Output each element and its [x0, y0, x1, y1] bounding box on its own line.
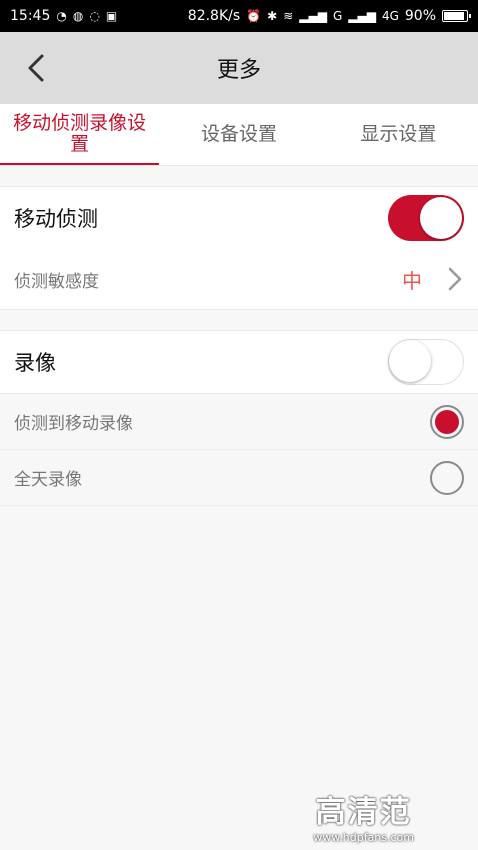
signal-icon-2: ▂▄▆ — [348, 9, 376, 23]
radio-selected-dot — [435, 409, 459, 434]
recording-row: 录像 — [0, 331, 478, 393]
tab-device-settings[interactable]: 设备设置 — [159, 104, 318, 165]
alarm-icon: ⏰ — [246, 9, 262, 23]
recording-toggle[interactable] — [388, 339, 464, 385]
recording-card: 录像 — [0, 330, 478, 394]
motion-detection-label: 移动侦测 — [14, 207, 98, 231]
all-day-recording-option[interactable]: 全天录像 — [0, 450, 478, 506]
motion-detection-toggle[interactable] — [388, 195, 464, 241]
screenshot-icon: ▣ — [105, 9, 118, 23]
bluetooth-icon: ✱ — [267, 9, 278, 23]
page-title: 更多 — [216, 58, 261, 83]
watermark-brand: 高清范 — [315, 795, 412, 830]
toggle-knob — [389, 340, 431, 382]
message-icon: ◌ — [89, 9, 100, 23]
all-day-recording-radio[interactable] — [430, 460, 464, 495]
battery-percent: 90% — [404, 8, 436, 24]
toggle-knob — [420, 197, 462, 239]
all-day-recording-label: 全天录像 — [14, 470, 82, 490]
chevron-right-icon — [448, 267, 462, 291]
tab-motion-recording-settings[interactable]: 移动侦测录像设置 — [0, 104, 160, 165]
back-button[interactable] — [18, 50, 54, 86]
recording-label: 录像 — [14, 351, 56, 375]
battery-icon — [442, 10, 471, 22]
motion-detection-card: 移动侦测 侦测敏感度 中 — [0, 186, 478, 310]
status-time: 15:45 — [10, 8, 51, 24]
chevron-left-icon — [28, 54, 44, 82]
sensitivity-value: 中 — [402, 268, 422, 293]
network-type-4g: 4G — [381, 9, 399, 23]
network-speed: 82.8K/s — [187, 8, 241, 24]
watermark-url: www.hdpfans.com — [313, 831, 414, 844]
signal-icon: ▂▄▆ — [299, 9, 327, 23]
record-on-motion-label: 侦测到移动录像 — [14, 414, 133, 434]
wifi-icon: ≋ — [283, 9, 294, 23]
tab-display-settings[interactable]: 显示设置 — [319, 104, 478, 165]
record-on-motion-radio[interactable] — [430, 404, 464, 439]
motion-detection-row: 移动侦测 — [0, 187, 478, 249]
app-header: 更多 — [0, 32, 478, 104]
record-on-motion-option[interactable]: 侦测到移动录像 — [0, 394, 478, 450]
tab-bar: 移动侦测录像设置 设备设置 显示设置 — [0, 104, 478, 166]
sensitivity-row[interactable]: 侦测敏感度 中 — [0, 249, 478, 309]
network-type-g: G — [332, 9, 343, 23]
notification-icon: ◔ — [56, 9, 67, 23]
chat-icon: ◍ — [72, 9, 84, 23]
sensitivity-label: 侦测敏感度 — [14, 271, 99, 292]
watermark: 高清范 www.hdpfans.com — [313, 787, 414, 844]
status-bar: 15:45 ◔ ◍ ◌ ▣ 82.8K/s ⏰ ✱ ≋ ▂▄▆ G ▂▄▆ 4G… — [0, 0, 478, 32]
